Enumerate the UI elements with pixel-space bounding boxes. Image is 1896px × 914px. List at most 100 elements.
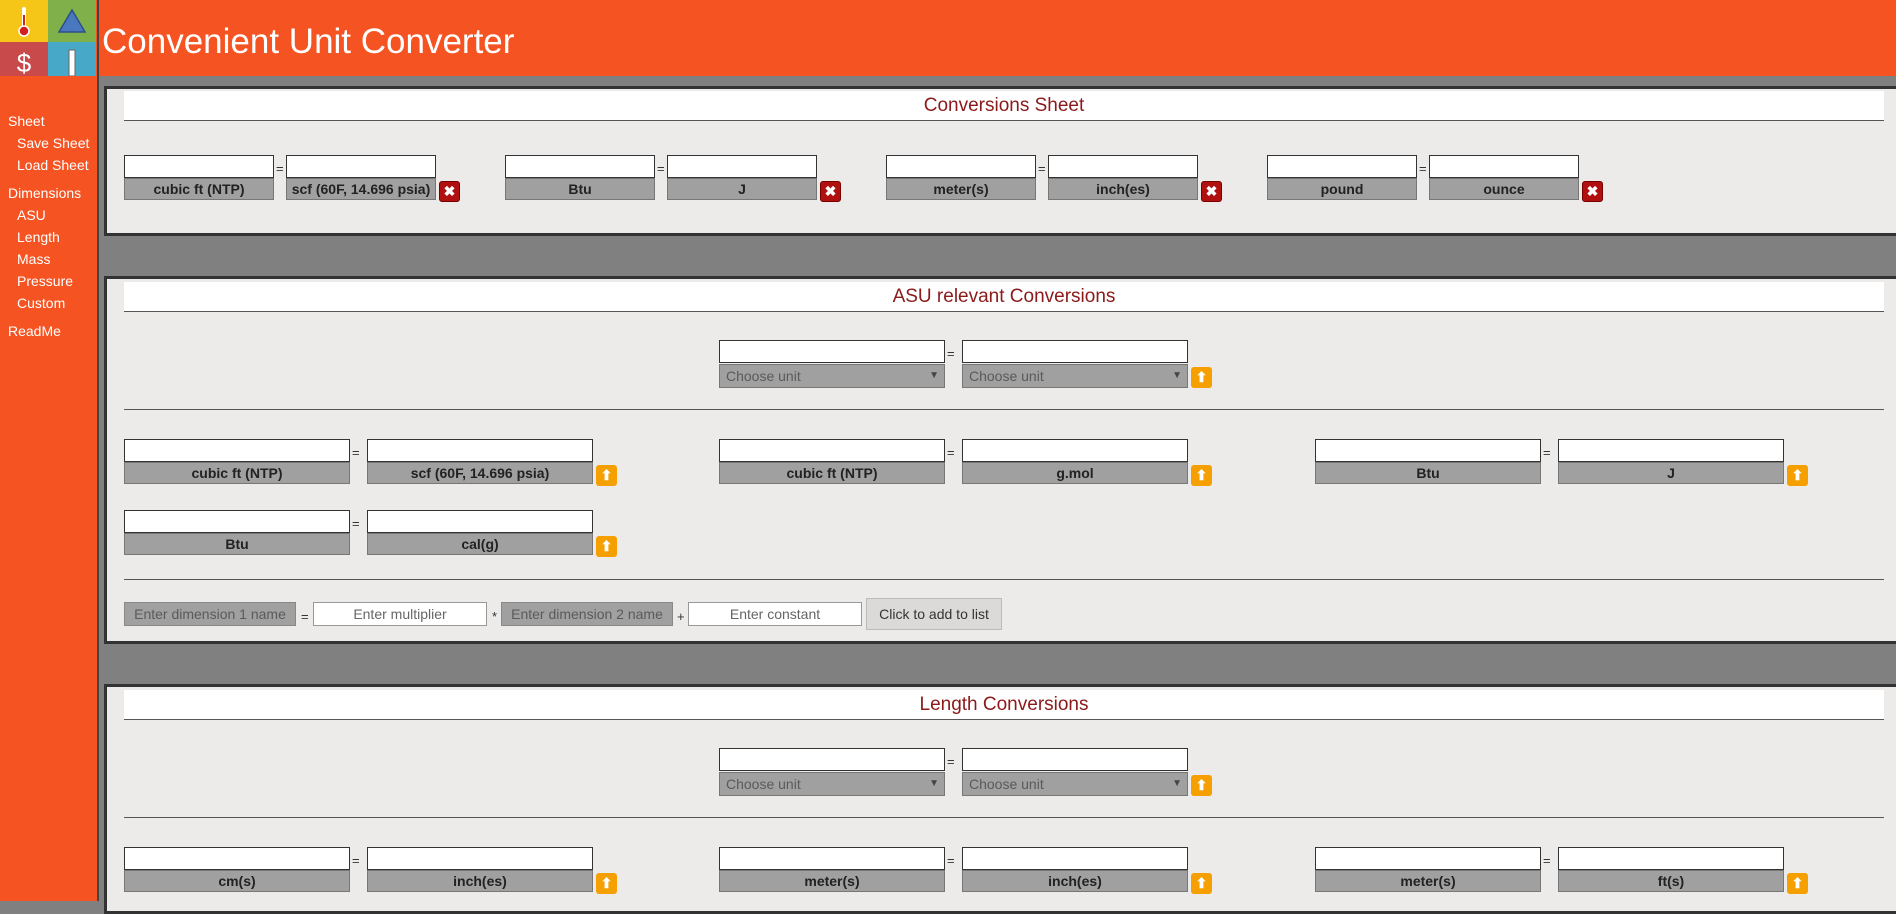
value-input[interactable] bbox=[962, 439, 1188, 462]
value-input[interactable] bbox=[367, 847, 593, 870]
unit-label: cubic ft (NTP) bbox=[719, 462, 945, 484]
value-input[interactable] bbox=[1558, 847, 1784, 870]
value-input[interactable] bbox=[124, 510, 350, 533]
unit-select[interactable]: Choose unit ▼ bbox=[962, 364, 1188, 388]
value-input[interactable] bbox=[667, 155, 817, 178]
value-input[interactable] bbox=[367, 439, 593, 462]
panel-title: ASU relevant Conversions bbox=[124, 282, 1884, 312]
value-input[interactable] bbox=[1315, 847, 1541, 870]
unit-label: ft(s) bbox=[1558, 870, 1784, 892]
add-to-list-button[interactable]: Click to add to list bbox=[866, 598, 1002, 630]
value-input[interactable] bbox=[124, 847, 350, 870]
value-input[interactable] bbox=[1558, 439, 1784, 462]
equals-sign: = bbox=[1419, 161, 1427, 176]
add-to-sheet-icon[interactable]: ⬆ bbox=[596, 465, 617, 486]
value-input[interactable] bbox=[1429, 155, 1579, 178]
chevron-down-icon: ▼ bbox=[1172, 370, 1182, 381]
value-input[interactable] bbox=[886, 155, 1036, 178]
multiplier-input[interactable]: Enter multiplier bbox=[313, 602, 487, 626]
equals-sign: = bbox=[947, 754, 955, 769]
sidebar-item-save-sheet[interactable]: Save Sheet bbox=[17, 135, 89, 151]
dimension-2-input[interactable]: Enter dimension 2 name bbox=[501, 602, 673, 626]
app-header: Convenient Unit Converter bbox=[0, 0, 1896, 76]
sidebar-item-length[interactable]: Length bbox=[17, 229, 60, 245]
unit-select[interactable]: Choose unit ▼ bbox=[719, 772, 945, 796]
equals-sign: = bbox=[947, 853, 955, 868]
sidebar-divider bbox=[97, 0, 99, 901]
unit-label: meter(s) bbox=[719, 870, 945, 892]
delete-icon[interactable]: ✖ bbox=[1201, 181, 1222, 202]
add-to-sheet-icon[interactable]: ⬆ bbox=[1191, 367, 1212, 388]
chevron-down-icon: ▼ bbox=[929, 370, 939, 381]
equals-sign: = bbox=[352, 853, 360, 868]
length-conversions-panel: Length Conversions = Choose unit ▼ Choose… bbox=[104, 684, 1896, 914]
delete-icon[interactable]: ✖ bbox=[820, 181, 841, 202]
app-logo[interactable]: $ bbox=[0, 0, 97, 84]
add-to-sheet-icon[interactable]: ⬆ bbox=[1787, 873, 1808, 894]
unit-label: scf (60F, 14.696 psia) bbox=[367, 462, 593, 484]
triangle-icon bbox=[48, 0, 96, 42]
value-input[interactable] bbox=[124, 439, 350, 462]
unit-label: cubic ft (NTP) bbox=[124, 462, 350, 484]
value-input[interactable] bbox=[719, 340, 945, 363]
unit-select[interactable]: Choose unit ▼ bbox=[719, 364, 945, 388]
unit-label: Btu bbox=[124, 533, 350, 555]
value-input[interactable] bbox=[505, 155, 655, 178]
app-title: Convenient Unit Converter bbox=[102, 22, 515, 61]
value-input[interactable] bbox=[367, 510, 593, 533]
chevron-down-icon: ▼ bbox=[929, 778, 939, 789]
sidebar-item-asu[interactable]: ASU bbox=[17, 207, 46, 223]
add-to-sheet-icon[interactable]: ⬆ bbox=[1191, 465, 1212, 486]
unit-label: cm(s) bbox=[124, 870, 350, 892]
unit-label: Btu bbox=[1315, 462, 1541, 484]
constant-input[interactable]: Enter constant bbox=[688, 602, 862, 626]
divider bbox=[124, 817, 1884, 818]
value-input[interactable] bbox=[962, 340, 1188, 363]
sidebar-item-readme[interactable]: ReadMe bbox=[8, 323, 61, 339]
unit-label: scf (60F, 14.696 psia) bbox=[286, 178, 436, 200]
add-to-sheet-icon[interactable]: ⬆ bbox=[596, 536, 617, 557]
add-to-sheet-icon[interactable]: ⬆ bbox=[1191, 873, 1212, 894]
unit-label: inch(es) bbox=[367, 870, 593, 892]
panel-title: Length Conversions bbox=[124, 690, 1884, 720]
add-to-sheet-icon[interactable]: ⬆ bbox=[1787, 465, 1808, 486]
value-input[interactable] bbox=[1315, 439, 1541, 462]
equals-sign: = bbox=[352, 516, 360, 531]
add-to-sheet-icon[interactable]: ⬆ bbox=[596, 873, 617, 894]
sidebar-item-custom[interactable]: Custom bbox=[17, 295, 65, 311]
sidebar-item-load-sheet[interactable]: Load Sheet bbox=[17, 157, 89, 173]
unit-label: Btu bbox=[505, 178, 655, 200]
panel-title: Conversions Sheet bbox=[124, 91, 1884, 121]
delete-icon[interactable]: ✖ bbox=[439, 181, 460, 202]
unit-label: inch(es) bbox=[962, 870, 1188, 892]
value-input[interactable] bbox=[286, 155, 436, 178]
divider bbox=[124, 579, 1884, 580]
value-input[interactable] bbox=[124, 155, 274, 178]
value-input[interactable] bbox=[1048, 155, 1198, 178]
add-to-sheet-icon[interactable]: ⬆ bbox=[1191, 775, 1212, 796]
sidebar-item-mass[interactable]: Mass bbox=[17, 251, 50, 267]
sidebar-item-pressure[interactable]: Pressure bbox=[17, 273, 73, 289]
chevron-down-icon: ▼ bbox=[1172, 778, 1182, 789]
unit-select[interactable]: Choose unit ▼ bbox=[962, 772, 1188, 796]
value-input[interactable] bbox=[719, 439, 945, 462]
conversions-sheet-panel: Conversions Sheet = cubic ft (NTP) scf (… bbox=[104, 86, 1896, 236]
sidebar-item-sheet[interactable]: Sheet bbox=[8, 113, 45, 129]
equals-sign: = bbox=[276, 161, 284, 176]
unit-label: cal(g) bbox=[367, 533, 593, 555]
value-input[interactable] bbox=[962, 847, 1188, 870]
value-input[interactable] bbox=[719, 748, 945, 771]
sidebar-item-dimensions[interactable]: Dimensions bbox=[8, 185, 81, 201]
value-input[interactable] bbox=[962, 748, 1188, 771]
asu-conversions-panel: ASU relevant Conversions = Choose unit ▼ … bbox=[104, 276, 1896, 644]
equals-sign: = bbox=[657, 161, 665, 176]
dimension-1-input[interactable]: Enter dimension 1 name bbox=[124, 602, 296, 626]
value-input[interactable] bbox=[719, 847, 945, 870]
unit-select-value: Choose unit bbox=[969, 776, 1044, 792]
delete-icon[interactable]: ✖ bbox=[1582, 181, 1603, 202]
unit-label: meter(s) bbox=[1315, 870, 1541, 892]
equals-sign: = bbox=[1543, 853, 1551, 868]
unit-select-value: Choose unit bbox=[726, 776, 801, 792]
times-sign: * bbox=[492, 609, 498, 624]
value-input[interactable] bbox=[1267, 155, 1417, 178]
